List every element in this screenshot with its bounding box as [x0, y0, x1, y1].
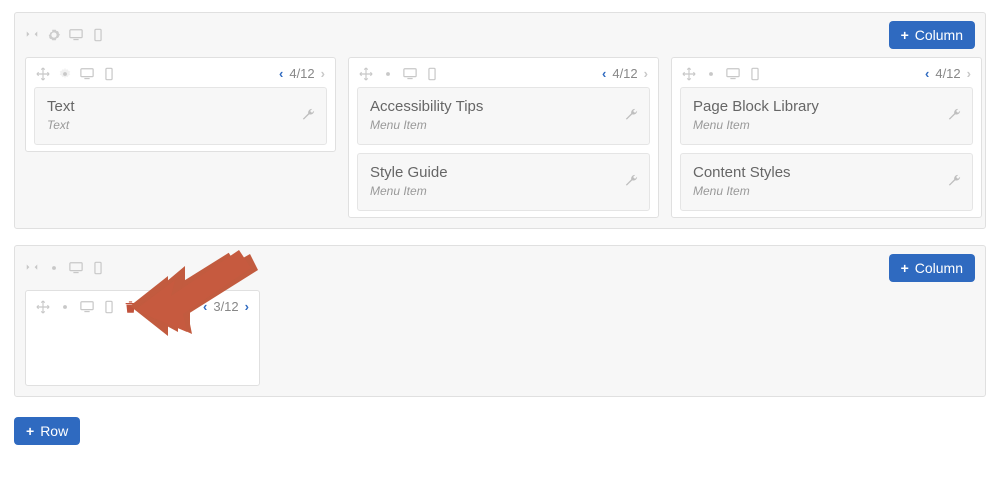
width-label: 4/12 [935, 66, 960, 81]
desktop-icon[interactable] [80, 300, 94, 314]
add-column-label: Column [915, 260, 963, 276]
col-header: ‹ 4/12 › [34, 64, 327, 87]
width-control: ‹ 4/12 › [602, 66, 648, 81]
width-control: ‹ 4/12 › [279, 66, 325, 81]
add-row-button[interactable]: + Row [14, 417, 80, 445]
plus-icon: + [901, 261, 909, 275]
collapse-icon[interactable] [25, 261, 39, 275]
width-decrease[interactable]: ‹ [279, 66, 283, 81]
gear-icon[interactable] [58, 67, 72, 81]
width-control: ‹ 3/12 › [203, 299, 249, 314]
block-title: Style Guide [370, 164, 637, 181]
block-content-styles[interactable]: Content Styles Menu Item [680, 153, 973, 211]
col-header: ‹ 3/12 › [34, 297, 251, 320]
width-increase[interactable]: › [245, 299, 249, 314]
block-subtitle: Menu Item [370, 184, 637, 198]
width-decrease[interactable]: ‹ [203, 299, 207, 314]
add-column-button[interactable]: + Column [889, 21, 975, 49]
row-1-col-2: ‹ 4/12 › Accessibility Tips Menu Item St… [348, 57, 659, 218]
mobile-icon[interactable] [91, 261, 105, 275]
row-1: + Column ‹ 4/12 › Text T [14, 12, 986, 229]
block-title: Accessibility Tips [370, 98, 637, 115]
block-accessibility-tips[interactable]: Accessibility Tips Menu Item [357, 87, 650, 145]
gear-icon[interactable] [47, 261, 61, 275]
mobile-icon[interactable] [91, 28, 105, 42]
desktop-icon[interactable] [69, 28, 83, 42]
plus-icon: + [901, 28, 909, 42]
wrench-icon[interactable] [947, 107, 962, 125]
mobile-icon[interactable] [748, 67, 762, 81]
wrench-icon[interactable] [301, 107, 316, 125]
plus-icon: + [26, 424, 34, 438]
move-icon[interactable] [36, 67, 50, 81]
block-text[interactable]: Text Text [34, 87, 327, 145]
col-header: ‹ 4/12 › [680, 64, 973, 87]
gear-icon[interactable] [381, 67, 395, 81]
row-1-col-3: ‹ 4/12 › Page Block Library Menu Item Co… [671, 57, 982, 218]
mobile-icon[interactable] [102, 67, 116, 81]
block-subtitle: Text [47, 118, 314, 132]
row-2-columns: ‹ 3/12 › [25, 290, 975, 386]
width-label: 4/12 [612, 66, 637, 81]
row-2: + Column ‹ 3/12 › [14, 245, 986, 397]
block-title: Content Styles [693, 164, 960, 181]
width-label: 4/12 [289, 66, 314, 81]
move-icon[interactable] [36, 300, 50, 314]
row-2-toolbar: + Column [25, 254, 975, 282]
move-icon[interactable] [359, 67, 373, 81]
width-label: 3/12 [213, 299, 238, 314]
add-column-button[interactable]: + Column [889, 254, 975, 282]
col-header: ‹ 4/12 › [357, 64, 650, 87]
row-1-col-1: ‹ 4/12 › Text Text [25, 57, 336, 152]
col-icons [36, 67, 116, 81]
col-icons [682, 67, 762, 81]
mobile-icon[interactable] [102, 300, 116, 314]
gear-icon[interactable] [58, 300, 72, 314]
move-icon[interactable] [682, 67, 696, 81]
block-subtitle: Menu Item [370, 118, 637, 132]
add-row-label: Row [40, 423, 68, 439]
collapse-icon[interactable] [25, 28, 39, 42]
wrench-icon[interactable] [624, 173, 639, 191]
width-increase[interactable]: › [967, 66, 971, 81]
mobile-icon[interactable] [425, 67, 439, 81]
width-increase[interactable]: › [644, 66, 648, 81]
block-title: Page Block Library [693, 98, 960, 115]
trash-icon[interactable] [124, 300, 137, 314]
block-style-guide[interactable]: Style Guide Menu Item [357, 153, 650, 211]
gear-icon[interactable] [704, 67, 718, 81]
row-1-columns: ‹ 4/12 › Text Text ‹ [25, 57, 975, 218]
row-2-col-1: ‹ 3/12 › [25, 290, 260, 386]
desktop-icon[interactable] [69, 261, 83, 275]
width-decrease[interactable]: ‹ [925, 66, 929, 81]
block-title: Text [47, 98, 314, 115]
add-column-label: Column [915, 27, 963, 43]
gear-icon[interactable] [47, 28, 61, 42]
wrench-icon[interactable] [624, 107, 639, 125]
block-subtitle: Menu Item [693, 184, 960, 198]
col-icons [359, 67, 439, 81]
row-1-icons [25, 28, 105, 42]
desktop-icon[interactable] [80, 67, 94, 81]
row-2-icons [25, 261, 105, 275]
width-increase[interactable]: › [321, 66, 325, 81]
width-decrease[interactable]: ‹ [602, 66, 606, 81]
desktop-icon[interactable] [726, 67, 740, 81]
col-icons [36, 300, 137, 314]
width-control: ‹ 4/12 › [925, 66, 971, 81]
desktop-icon[interactable] [403, 67, 417, 81]
row-1-toolbar: + Column [25, 21, 975, 49]
wrench-icon[interactable] [947, 173, 962, 191]
block-subtitle: Menu Item [693, 118, 960, 132]
block-page-block-library[interactable]: Page Block Library Menu Item [680, 87, 973, 145]
